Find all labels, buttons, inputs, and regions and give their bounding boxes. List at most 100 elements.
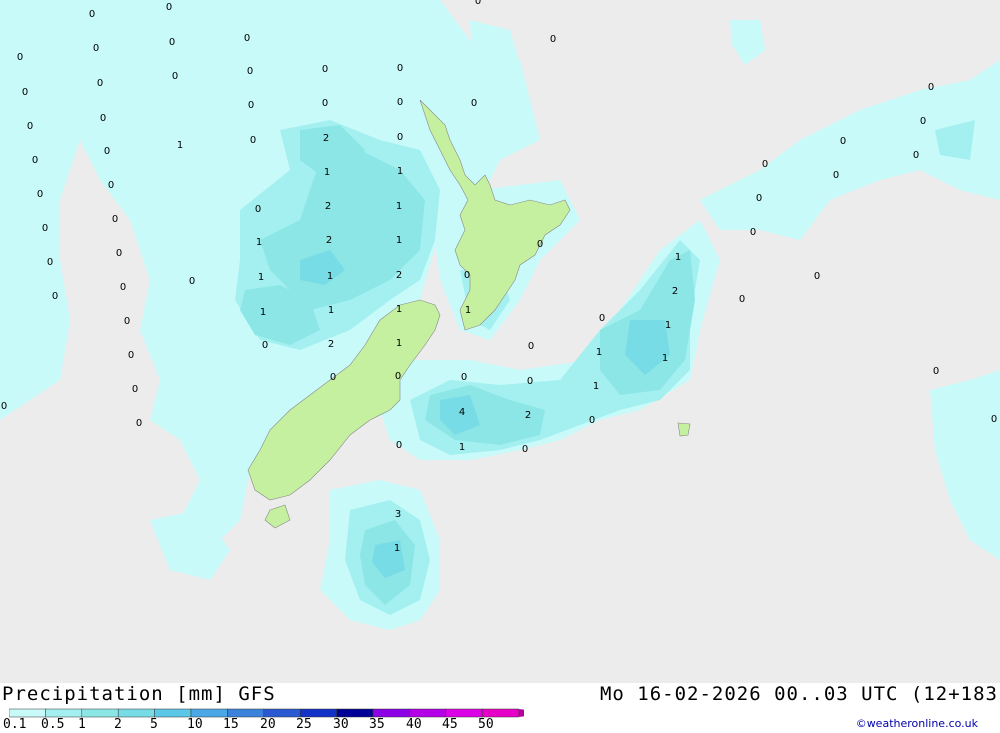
precip-value-label: 0 <box>104 146 110 157</box>
legend-swatch <box>81 708 119 718</box>
precip-value-label: 2 <box>328 339 334 350</box>
precip-value-label: 0 <box>37 189 43 200</box>
precip-value-label: 0 <box>169 37 175 48</box>
precip-value-label: 0 <box>166 2 172 13</box>
precip-value-label: 1 <box>596 347 602 358</box>
credit-link[interactable]: ©weatheronline.co.uk <box>856 717 978 730</box>
precip-value-label: 2 <box>323 133 329 144</box>
precip-value-label: 2 <box>325 201 331 212</box>
precip-value-label: 0 <box>322 64 328 75</box>
precip-value-label: 0 <box>537 239 543 250</box>
precip-value-label: 1 <box>397 166 403 177</box>
precip-value-label: 0 <box>112 214 118 225</box>
legend-label: 1 <box>78 717 86 732</box>
precip-value-label: 1 <box>327 271 333 282</box>
legend-swatch <box>45 708 83 718</box>
precip-value-label: 0 <box>522 444 528 455</box>
precip-value-label: 1 <box>665 320 671 331</box>
precip-value-label: 2 <box>672 286 678 297</box>
precip-value-label: 2 <box>326 235 332 246</box>
precip-value-label: 0 <box>47 257 53 268</box>
precip-value-label: 1 <box>394 543 400 554</box>
map-title: Precipitation [mm] GFS <box>2 683 276 705</box>
precip-value-label: 0 <box>189 276 195 287</box>
precip-value-label: 0 <box>97 78 103 89</box>
precip-value-label: 0 <box>108 180 114 191</box>
legend-label: 50 <box>478 717 494 732</box>
precip-value-label: 0 <box>739 294 745 305</box>
precip-value-label: 0 <box>52 291 58 302</box>
precip-value-label: 0 <box>322 98 328 109</box>
precip-value-label: 0 <box>475 0 481 7</box>
legend-label: 0.5 <box>41 717 65 732</box>
precip-value-label: 0 <box>527 376 533 387</box>
precip-value-label: 1 <box>177 140 183 151</box>
precipitation-map: 0 0 0 0 0 0 0 0 0 0 0 0 0 0 0 0 0 0 0 0 0 0 0 0 0 0 0 0 0 0 0 0 0 0 0 0 0 0 0 0… <box>0 0 1000 683</box>
legend-label: 25 <box>296 717 312 732</box>
legend-label: 35 <box>369 717 385 732</box>
legend-label: 45 <box>442 717 458 732</box>
precip-value-label: 0 <box>840 136 846 147</box>
precip-value-label: 1 <box>396 235 402 246</box>
precip-value-label: 0 <box>244 33 250 44</box>
precip-value-label: 0 <box>247 66 253 77</box>
precip-value-label: 0 <box>100 113 106 124</box>
precip-value-label: 0 <box>814 271 820 282</box>
precip-value-label: 3 <box>395 509 401 520</box>
precip-value-label: 0 <box>330 372 336 383</box>
precip-value-label: 1 <box>328 305 334 316</box>
precip-value-label: 0 <box>116 248 122 259</box>
precip-value-label: 0 <box>920 116 926 127</box>
precip-value-label: 0 <box>172 71 178 82</box>
precip-value-label: 0 <box>22 87 28 98</box>
precip-value-label: 0 <box>756 193 762 204</box>
legend-swatch <box>154 708 192 718</box>
precip-value-label: 1 <box>675 252 681 263</box>
precip-value-label: 0 <box>397 132 403 143</box>
precip-value-label: 0 <box>833 170 839 181</box>
legend-swatch <box>481 708 519 718</box>
precip-value-label: 0 <box>1 401 7 412</box>
precip-value-label: 0 <box>471 98 477 109</box>
precip-value-label: 0 <box>599 313 605 324</box>
precip-value-label: 0 <box>27 121 33 132</box>
precip-value-label: 0 <box>17 52 23 63</box>
precip-value-label: 0 <box>248 100 254 111</box>
precip-value-label: 0 <box>913 150 919 161</box>
legend-label: 10 <box>187 717 203 732</box>
precip-value-label: 0 <box>933 366 939 377</box>
precip-value-label: 0 <box>464 270 470 281</box>
precip-value-label: 0 <box>395 371 401 382</box>
precip-value-label: 2 <box>525 410 531 421</box>
precip-value-label: 0 <box>255 204 261 215</box>
legend-swatch <box>372 708 410 718</box>
precip-value-label: 1 <box>324 167 330 178</box>
precip-value-label: 1 <box>593 381 599 392</box>
precip-value-label: 0 <box>397 97 403 108</box>
precip-value-label: 4 <box>459 407 465 418</box>
legend-swatch <box>299 708 337 718</box>
precip-value-label: 0 <box>762 159 768 170</box>
precip-value-label: 0 <box>42 223 48 234</box>
legend-swatch <box>9 708 46 718</box>
precip-value-label: 0 <box>89 9 95 20</box>
precip-value-label: 0 <box>124 316 130 327</box>
legend-swatch <box>227 708 265 718</box>
precip-value-label: 0 <box>461 372 467 383</box>
precip-value-label: 0 <box>928 82 934 93</box>
precip-value-label: 0 <box>991 414 997 425</box>
precip-value-label: 0 <box>128 350 134 361</box>
precip-value-label: 0 <box>589 415 595 426</box>
legend-swatch <box>117 708 155 718</box>
precip-value-label: 0 <box>93 43 99 54</box>
legend-arrow <box>518 709 524 717</box>
legend-swatch <box>263 708 301 718</box>
legend-label: 2 <box>114 717 122 732</box>
precip-value-label: 1 <box>459 442 465 453</box>
precip-value-label: 1 <box>256 237 262 248</box>
precip-value-label: 1 <box>396 338 402 349</box>
precip-value-label: 0 <box>528 341 534 352</box>
precip-value-label: 0 <box>120 282 126 293</box>
legend-swatch <box>445 708 483 718</box>
precip-value-label: 1 <box>260 307 266 318</box>
